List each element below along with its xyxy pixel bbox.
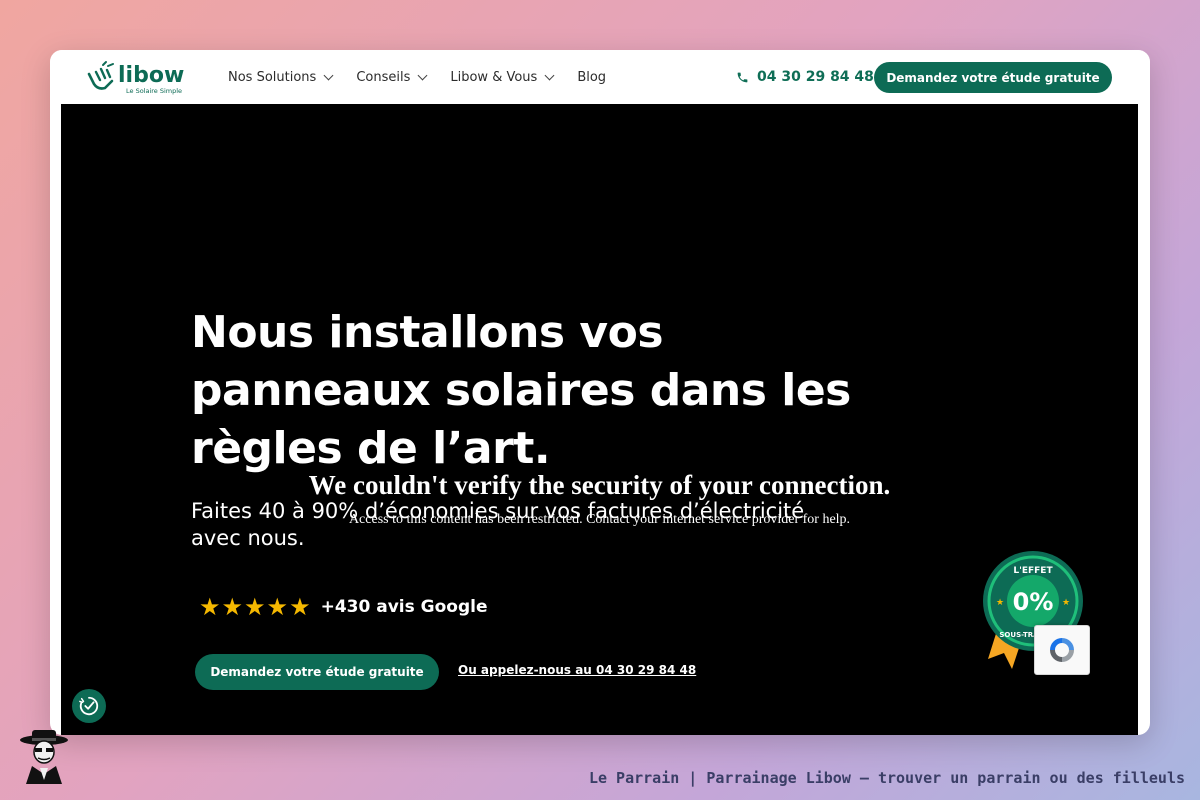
main-nav: Nos Solutions Conseils Libow & Vous Blog: [228, 50, 606, 104]
hero-headline: Nous installons vos panneaux solaires da…: [191, 304, 911, 478]
google-rating: ★ ★ ★ ★ ★ +430 avis Google: [199, 594, 487, 620]
hero-cta-button[interactable]: Demandez votre étude gratuite: [195, 654, 439, 690]
accessibility-icon: [79, 696, 99, 716]
security-error-message: Access to this content has been restrict…: [348, 512, 851, 527]
star-icon: ★: [244, 593, 266, 621]
headline-line: Nous installons vos: [191, 307, 664, 358]
badge-value: 0%: [1013, 588, 1054, 616]
hand-logo-icon: [87, 61, 114, 90]
nav-item-label: Nos Solutions: [228, 69, 317, 85]
site-header: libow Le Solaire Simple Nos Solutions Co…: [50, 50, 1150, 104]
browser-window: libow Le Solaire Simple Nos Solutions Co…: [50, 50, 1150, 735]
chevron-down-icon: [417, 70, 428, 80]
chevron-down-icon: [544, 70, 555, 80]
header-cta-button[interactable]: Demandez votre étude gratuite: [874, 62, 1112, 93]
badge-top-text: L'EFFET: [1013, 566, 1053, 576]
phone-icon: [737, 72, 748, 82]
hero-section: Nous installons vos panneaux solaires da…: [61, 104, 1138, 735]
headline-line: panneaux solaires dans les: [191, 365, 851, 416]
recaptcha-widget[interactable]: [1034, 625, 1090, 675]
accessibility-button[interactable]: [72, 689, 106, 723]
mascot-icon: [20, 730, 68, 784]
call-us-link[interactable]: Ou appelez-nous au 04 30 29 84 48: [458, 663, 696, 677]
star-icon: ★: [996, 598, 1004, 608]
header-phone-number: 04 30 29 84 48: [757, 69, 874, 85]
nav-item-blog[interactable]: Blog: [577, 70, 606, 85]
star-icon: ★: [1062, 598, 1070, 608]
nav-item-label: Libow & Vous: [450, 69, 538, 85]
nav-item-conseils[interactable]: Conseils: [356, 69, 428, 85]
nav-item-nos-solutions[interactable]: Nos Solutions: [228, 69, 334, 85]
chevron-down-icon: [323, 70, 334, 80]
star-icon: ★: [221, 593, 244, 621]
rating-text: +430 avis Google: [320, 597, 488, 617]
nav-item-libow-vous[interactable]: Libow & Vous: [450, 69, 555, 85]
star-icon: ★: [289, 593, 311, 621]
nav-item-label: Blog: [577, 69, 607, 85]
page-caption: Le Parrain | Parrainage Libow — trouver …: [588, 769, 1185, 787]
star-icon: ★: [199, 593, 221, 621]
logo-tagline: Le Solaire Simple: [126, 87, 182, 95]
rating-stars: ★ ★ ★ ★ ★: [199, 594, 311, 620]
security-error-title: We couldn't verify the security of your …: [308, 470, 891, 500]
logo-wordmark: libow: [118, 63, 184, 88]
star-icon: ★: [266, 593, 289, 621]
nav-item-label: Conseils: [356, 69, 411, 85]
header-phone-link[interactable]: 04 30 29 84 48: [736, 50, 874, 104]
recaptcha-icon: [1050, 638, 1074, 662]
libow-logo[interactable]: libow Le Solaire Simple: [86, 60, 196, 96]
subtext-line: avec nous.: [191, 526, 305, 550]
